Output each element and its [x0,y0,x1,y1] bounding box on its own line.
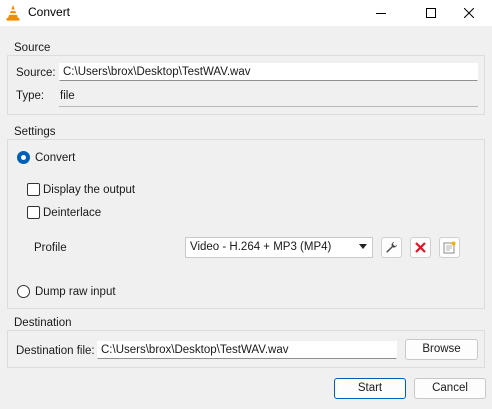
new-profile-button[interactable] [439,237,460,258]
dump-raw-label[interactable]: Dump raw input [35,286,116,298]
title-bar: Convert [0,0,492,26]
edit-profile-button[interactable] [381,237,402,258]
vlc-cone-icon [6,5,20,21]
minimize-button[interactable] [358,0,404,26]
delete-profile-button[interactable] [410,237,431,258]
profile-selected-value: Video - H.264 + MP3 (MP4) [190,241,332,253]
settings-group-title: Settings [14,126,56,138]
maximize-icon [426,8,436,18]
wrench-icon [386,242,397,253]
source-input[interactable]: C:\Users\brox\Desktop\TestWAV.wav [59,63,478,81]
new-profile-icon [443,241,456,254]
display-output-label[interactable]: Display the output [43,184,135,196]
delete-x-icon [415,242,426,253]
destination-file-label: Destination file: [16,345,95,357]
deinterlace-checkbox[interactable] [27,206,40,219]
browse-button[interactable]: Browse [405,339,478,360]
type-label: Type: [16,90,45,102]
destination-group-title: Destination [14,317,72,329]
convert-radio[interactable] [17,151,30,164]
dump-raw-radio[interactable] [17,285,30,298]
start-button[interactable]: Start [334,378,406,399]
minimize-icon [376,13,386,14]
close-icon [464,8,474,18]
profile-select[interactable]: Video - H.264 + MP3 (MP4) [185,237,373,258]
settings-group: Settings [7,126,485,309]
deinterlace-label[interactable]: Deinterlace [43,207,101,219]
type-value: file [60,90,75,102]
type-underline [59,106,478,107]
close-button[interactable] [446,0,492,26]
source-label: Source: [16,67,56,79]
convert-label[interactable]: Convert [35,152,75,164]
source-group-title: Source [14,42,51,54]
profile-label: Profile [34,242,67,254]
destination-file-input[interactable]: C:\Users\brox\Desktop\TestWAV.wav [97,341,397,359]
window-title: Convert [28,5,71,19]
display-output-checkbox[interactable] [27,183,40,196]
cancel-button[interactable]: Cancel [414,378,486,399]
chevron-down-icon [359,244,367,249]
